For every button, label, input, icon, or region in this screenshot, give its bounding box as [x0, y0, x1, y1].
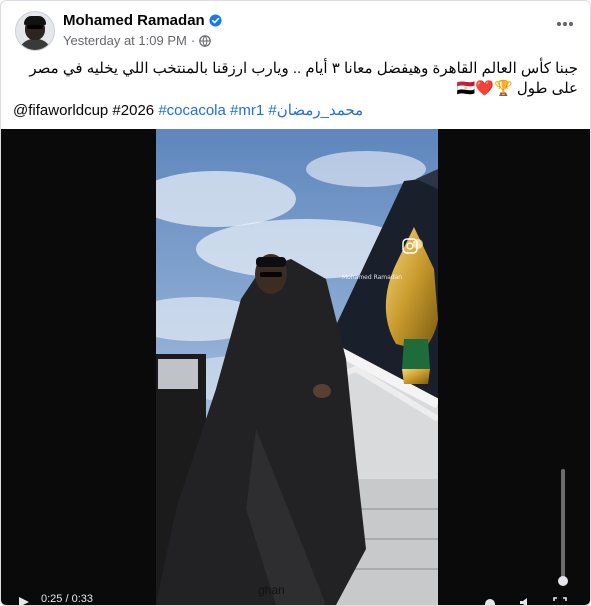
facebook-post: Mohamed Ramadan Yesterday at 1:09 PM · ج… — [0, 0, 591, 606]
video-player[interactable]: Mohamed Ramadan ghan 0:25 / 0:33 — [1, 129, 590, 605]
hashtag-link[interactable]: #mr1 — [230, 102, 264, 119]
more-options-button[interactable] — [552, 13, 578, 35]
video-controls: 0:25 / 0:33 — [1, 589, 590, 605]
video-image: Mohamed Ramadan ghan — [156, 129, 438, 605]
volume-icon[interactable] — [519, 597, 533, 605]
settings-icon[interactable] — [483, 597, 497, 605]
globe-icon — [199, 34, 211, 47]
play-icon[interactable] — [17, 597, 31, 605]
post-header: Mohamed Ramadan Yesterday at 1:09 PM · — [13, 9, 582, 55]
hashtag-link[interactable]: #cocacola — [158, 102, 226, 119]
author-name[interactable]: Mohamed Ramadan — [63, 12, 205, 29]
post-timestamp[interactable]: Yesterday at 1:09 PM — [63, 33, 187, 48]
volume-slider[interactable] — [553, 469, 573, 589]
mention-and-year[interactable]: @fifaworldcup #2026 — [13, 102, 158, 119]
video-watermark: Mohamed Ramadan — [342, 274, 402, 281]
video-time: 0:25 / 0:33 — [41, 593, 93, 605]
author-avatar[interactable] — [15, 11, 55, 51]
video-frame[interactable]: Mohamed Ramadan ghan — [156, 129, 438, 605]
post-text: جبنا كأس العالم القاهرة وهيفضل معانا ٣ أ… — [29, 60, 578, 97]
post-hashtags: @fifaworldcup #2026 #cocacola #mr1 #محمد… — [13, 101, 363, 121]
meta-separator: · — [190, 33, 196, 48]
more-options-icon — [556, 21, 574, 27]
hashtag-link[interactable]: #محمد_رمضان — [268, 102, 363, 119]
verified-badge-icon — [209, 14, 222, 27]
fullscreen-icon[interactable] — [553, 597, 567, 605]
